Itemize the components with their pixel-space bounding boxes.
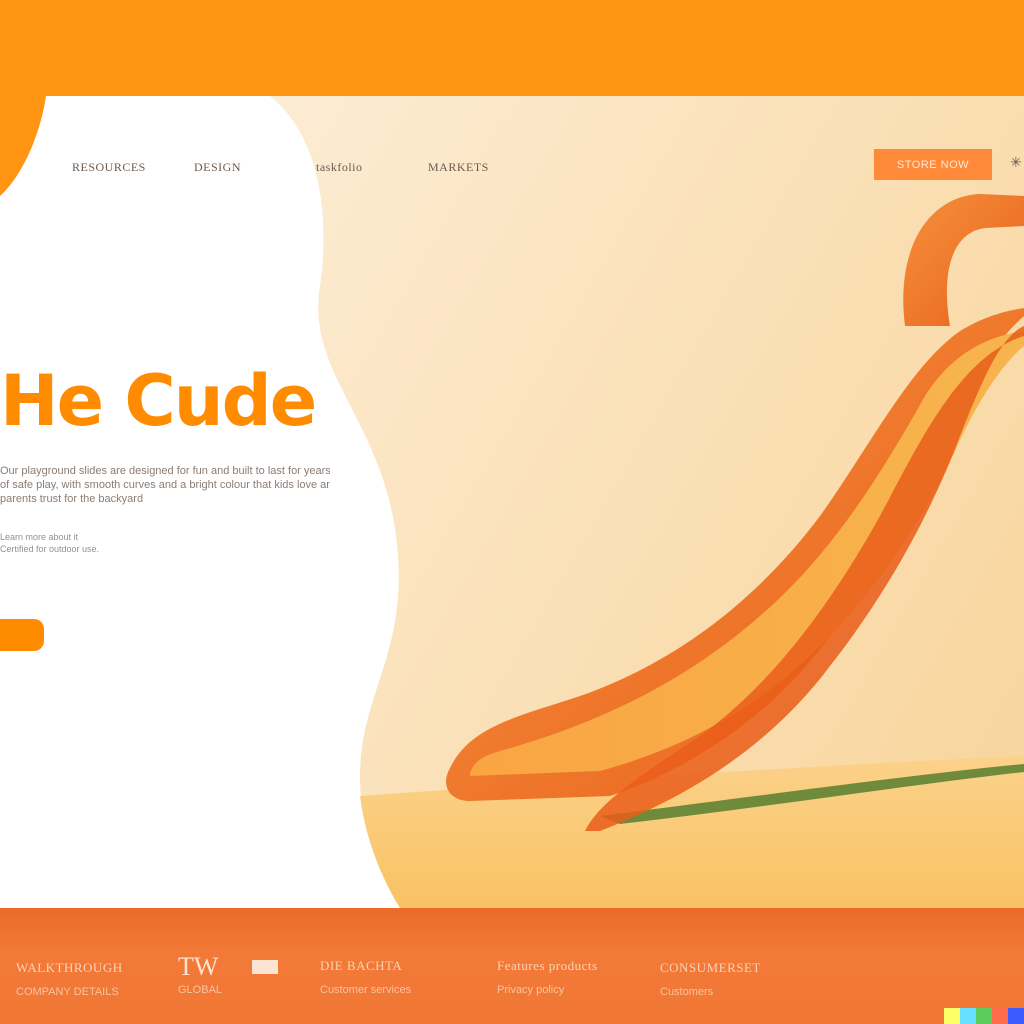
footer-logo[interactable]: TW (178, 952, 222, 982)
swatch (976, 1008, 992, 1024)
slide-handrail (903, 194, 1024, 326)
footer-column: CONSUMERSET Customers (660, 960, 761, 998)
footer-column-link[interactable]: COMPANY DETAILS (16, 986, 123, 998)
swatch (992, 1008, 1008, 1024)
footer-column: TW GLOBAL (178, 952, 222, 996)
footer-logo-box (252, 960, 278, 974)
slide-illustration (360, 194, 1024, 908)
top-band (0, 0, 1024, 96)
footer-column: Features products Privacy policy (497, 958, 598, 996)
color-swatches (944, 1008, 1024, 1024)
footer-column-link[interactable]: GLOBAL (178, 984, 222, 996)
footer-column-title[interactable]: CONSUMERSET (660, 960, 761, 976)
swatch (1008, 1008, 1024, 1024)
footer-column-link[interactable]: Customer services (320, 984, 411, 996)
swatch (944, 1008, 960, 1024)
footer-column-link[interactable]: Customers (660, 986, 761, 998)
swatch (960, 1008, 976, 1024)
footer-column-title[interactable]: DIE BACHTA (320, 958, 411, 974)
footer-column: DIE BACHTA Customer services (320, 958, 411, 996)
footer-column-link[interactable]: Privacy policy (497, 984, 598, 996)
footer: WALKTHROUGH COMPANY DETAILS TW GLOBAL DI… (0, 908, 1024, 1024)
footer-column-title[interactable]: Features products (497, 958, 598, 974)
footer-column-title[interactable]: WALKTHROUGH (16, 960, 123, 976)
footer-column: WALKTHROUGH COMPANY DETAILS (16, 960, 123, 998)
landing-page: RESOURCES DESIGN taskfolio MARKETS STORE… (0, 96, 1024, 908)
